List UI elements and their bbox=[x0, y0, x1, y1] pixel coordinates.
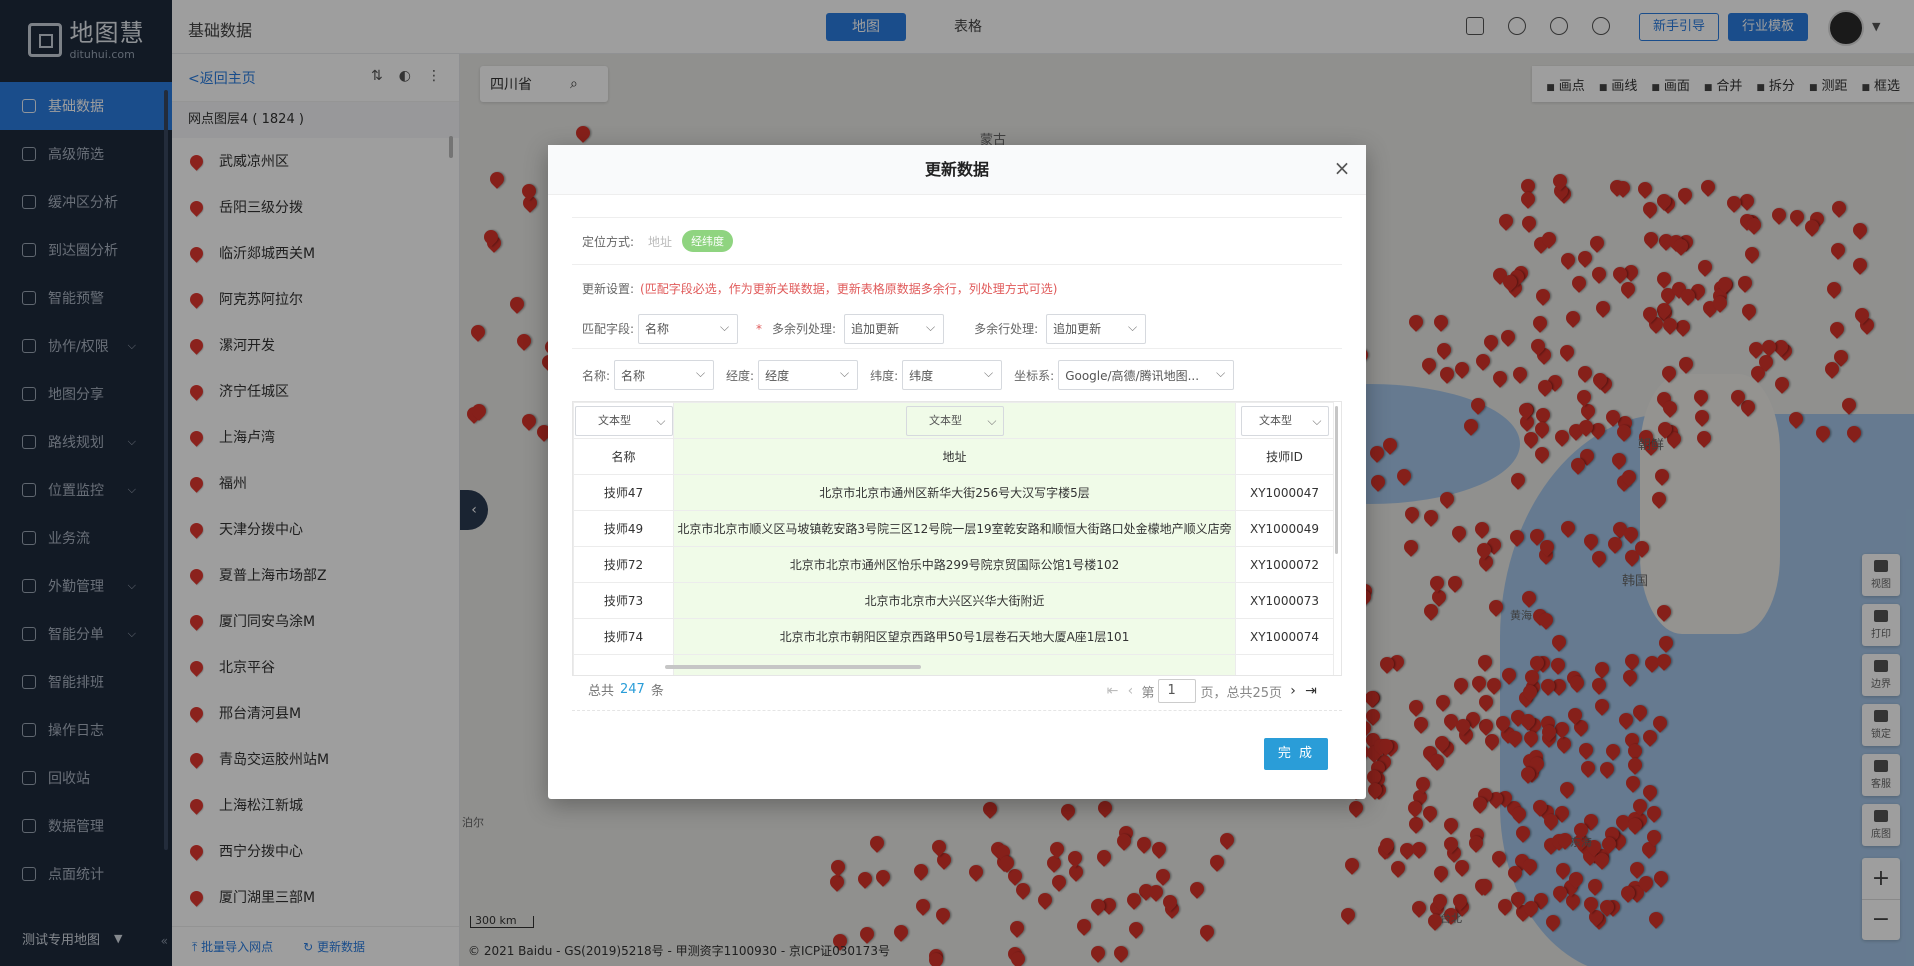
lng-field-value: 经度 bbox=[765, 368, 790, 383]
name-field-value: 名称 bbox=[621, 368, 646, 383]
col-type-select[interactable]: 文本型 bbox=[574, 405, 673, 436]
table-cell: XY1000047 bbox=[1235, 474, 1334, 511]
table-cell: 技师47 bbox=[573, 474, 674, 511]
update-settings-label: 更新设置: bbox=[582, 281, 635, 296]
table-row: 技师47 北京市北京市通州区新华大街256号大汉写字楼5层 XY1000047 bbox=[573, 474, 1334, 511]
first-page-icon[interactable]: ⇤ bbox=[1105, 683, 1119, 699]
required-mark: * bbox=[756, 321, 763, 336]
table-row: 技师73 北京市北京市大兴区兴华大街附近 XY1000073 bbox=[573, 582, 1334, 619]
table-header: 地址 bbox=[673, 438, 1236, 475]
table-cell: XY1000073 bbox=[1235, 582, 1334, 619]
total-suffix: 条 bbox=[650, 684, 664, 699]
match-field-label: 匹配字段: bbox=[582, 322, 635, 336]
locate-option-address[interactable]: 地址 bbox=[648, 233, 672, 250]
page-prefix: 第 bbox=[1141, 685, 1155, 701]
locate-option-lnglat[interactable]: 经纬度 bbox=[682, 230, 734, 252]
lat-field-select[interactable]: 纬度 bbox=[902, 360, 1003, 390]
table-cell: 北京市北京市顺义区马坡镇乾安路3号院三区12号院一层19室乾安路和顺恒大街路口处… bbox=[673, 510, 1236, 547]
table-cell: 技师72 bbox=[573, 546, 674, 583]
prev-page-icon[interactable]: ‹ bbox=[1123, 683, 1137, 699]
table-cell: 技师74 bbox=[573, 618, 674, 655]
col-type-cell: 文本型 bbox=[673, 402, 1236, 439]
table-cell: 北京市北京市大兴区兴华大街附近 bbox=[673, 582, 1236, 619]
pagination: ⇤ ‹ 第 1 页，总共25页 › ⇥ bbox=[1105, 679, 1318, 703]
table-cell: XY1000072 bbox=[1235, 546, 1334, 583]
total-prefix: 总共 bbox=[588, 684, 615, 699]
col-type-cell: 文本型 bbox=[1235, 402, 1334, 439]
table-header: 名称 bbox=[573, 438, 674, 475]
update-data-dialog: 更新数据 × 定位方式: 地址 经纬度 更新设置: (匹配字段必选，作为更新关联… bbox=[548, 145, 1366, 799]
crs-label: 坐标系: bbox=[1014, 368, 1055, 383]
table-header: 技师ID bbox=[1235, 438, 1334, 475]
extra-row-select[interactable]: 追加更新 bbox=[1046, 313, 1147, 344]
locate-label: 定位方式: bbox=[582, 234, 635, 249]
table-vscrollbar[interactable] bbox=[1335, 406, 1338, 554]
table-row: 技师74 北京市北京市朝阳区望京西路甲50号1层卷石天地大厦A座1层101 XY10… bbox=[573, 618, 1334, 655]
lng-field-select[interactable]: 经度 bbox=[758, 360, 859, 390]
lat-field-label: 纬度: bbox=[870, 368, 899, 383]
table-row: 技师49 北京市北京市顺义区马坡镇乾安路3号院三区12号院一层19室乾安路和顺恒大… bbox=[573, 510, 1334, 547]
extra-row-value: 追加更新 bbox=[1053, 322, 1102, 336]
match-field-value: 名称 bbox=[645, 322, 670, 336]
col-type-select[interactable]: 文本型 bbox=[905, 405, 1004, 436]
lng-field-label: 经度: bbox=[726, 368, 755, 383]
page-suffix: 页，总共25页 bbox=[1200, 685, 1282, 701]
total-count: 247 bbox=[620, 682, 645, 697]
table-cell: 技师49 bbox=[573, 510, 674, 547]
crs-value: Google/高德/腾讯地图... bbox=[1065, 368, 1200, 383]
extra-col-value: 追加更新 bbox=[851, 322, 900, 336]
extra-col-select[interactable]: 追加更新 bbox=[844, 313, 945, 344]
name-field-label: 名称: bbox=[582, 368, 611, 383]
col-type-cell: 文本型 bbox=[573, 402, 674, 439]
table-footer: 总共 247 条 ⇤ ‹ 第 1 页，总共25页 › ⇥ bbox=[572, 669, 1342, 711]
match-field-select[interactable]: 名称 bbox=[638, 313, 739, 344]
name-field-select[interactable]: 名称 bbox=[614, 360, 715, 390]
close-icon[interactable]: × bbox=[1332, 158, 1352, 179]
page-input[interactable]: 1 bbox=[1158, 679, 1197, 703]
extra-row-label: 多余行处理: bbox=[974, 322, 1039, 336]
crs-select[interactable]: Google/高德/腾讯地图... bbox=[1058, 360, 1235, 390]
next-page-icon[interactable]: › bbox=[1286, 683, 1300, 699]
table-cell: XY1000074 bbox=[1235, 618, 1334, 655]
table-cell: XY1000049 bbox=[1235, 510, 1334, 547]
lat-field-value: 纬度 bbox=[909, 368, 934, 383]
done-button[interactable]: 完 成 bbox=[1264, 738, 1328, 770]
table-cell: 技师73 bbox=[573, 582, 674, 619]
table-cell: 北京市北京市通州区怡乐中路299号院京贸国际公馆1号楼102 bbox=[673, 546, 1236, 583]
last-page-icon[interactable]: ⇥ bbox=[1304, 683, 1318, 699]
table-cell: 北京市北京市通州区新华大街256号大汉写字楼5层 bbox=[673, 474, 1236, 511]
col-type-select[interactable]: 文本型 bbox=[1240, 405, 1329, 436]
table-cell: 北京市北京市朝阳区望京西路甲50号1层卷石天地大厦A座1层101 bbox=[673, 618, 1236, 655]
dialog-title: 更新数据 bbox=[548, 145, 1366, 195]
preview-table: 文本型 文本型 文本型 名称 地址 技师ID 技师47北京市北京市通州区新华大街… bbox=[572, 401, 1342, 676]
extra-col-label: 多余列处理: bbox=[772, 322, 837, 336]
update-hint: (匹配字段必选，作为更新关联数据，更新表格原数据多余行，列处理方式可选) bbox=[640, 281, 1058, 296]
table-row: 技师72 北京市北京市通州区怡乐中路299号院京贸国际公馆1号楼102 XY1000… bbox=[573, 546, 1334, 583]
